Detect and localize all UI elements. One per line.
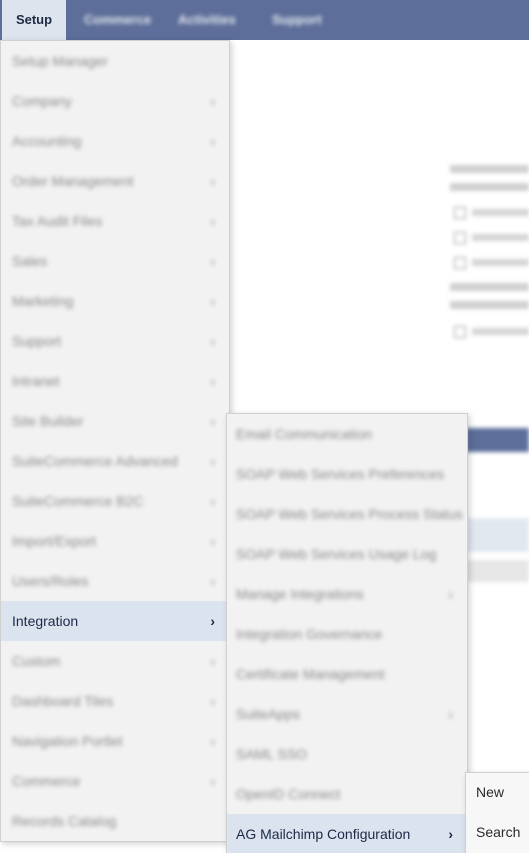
- chevron-right-icon: ›: [210, 613, 215, 629]
- background-checkbox: [454, 326, 466, 338]
- chevron-right-icon: ›: [210, 173, 215, 189]
- background-text-line: [472, 328, 529, 335]
- nav-tab-support[interactable]: Support: [272, 0, 322, 40]
- background-text-line: [450, 183, 529, 191]
- chevron-right-icon: ›: [210, 653, 215, 669]
- menu-item-users-roles[interactable]: Users/Roles ›: [1, 561, 229, 601]
- submenu-item-certificate-management[interactable]: Certificate Management: [227, 654, 467, 694]
- submenu-item-email-communication[interactable]: Email Communication: [227, 414, 467, 454]
- menu-item-intranet[interactable]: Intranet ›: [1, 361, 229, 401]
- submenu-item-suiteapps[interactable]: SuiteApps ›: [227, 694, 467, 734]
- submenu-item-integration-governance[interactable]: Integration Governance: [227, 614, 467, 654]
- chevron-right-icon: ›: [210, 293, 215, 309]
- background-row: [466, 560, 529, 582]
- nav-tab-activities[interactable]: Activities: [178, 0, 236, 40]
- setup-dropdown-menu: Setup Manager Company › Accounting › Order…: [0, 40, 230, 842]
- chevron-right-icon: ›: [210, 373, 215, 389]
- submenu-item-search[interactable]: Search: [466, 813, 529, 853]
- menu-item-sales[interactable]: Sales ›: [1, 241, 229, 281]
- menu-item-import-export[interactable]: Import/Export ›: [1, 521, 229, 561]
- nav-tab-commerce[interactable]: Commerce: [84, 0, 151, 40]
- menu-item-support[interactable]: Support ›: [1, 321, 229, 361]
- background-text-line: [450, 301, 529, 309]
- background-checkbox: [454, 257, 466, 269]
- chevron-right-icon: ›: [448, 826, 453, 842]
- mailchimp-submenu: New Search: [465, 772, 529, 853]
- chevron-right-icon: ›: [210, 773, 215, 789]
- chevron-right-icon: ›: [210, 213, 215, 229]
- chevron-right-icon: ›: [210, 93, 215, 109]
- chevron-right-icon: ›: [210, 253, 215, 269]
- chevron-right-icon: ›: [210, 573, 215, 589]
- background-row-highlight: [466, 518, 529, 552]
- integration-submenu: Email Communication SOAP Web Services Pr…: [226, 413, 468, 853]
- submenu-item-soap-usage-log[interactable]: SOAP Web Services Usage Log: [227, 534, 467, 574]
- submenu-item-new[interactable]: New: [466, 773, 529, 813]
- menu-item-records-catalog[interactable]: Records Catalog: [1, 801, 229, 841]
- menu-item-setup-manager[interactable]: Setup Manager: [1, 41, 229, 81]
- submenu-item-openid-connect[interactable]: OpenID Connect: [227, 774, 467, 814]
- background-checkbox: [454, 232, 466, 244]
- menu-item-tax-audit-files[interactable]: Tax Audit Files ›: [1, 201, 229, 241]
- submenu-item-ag-mailchimp-configuration[interactable]: AG Mailchimp Configuration ›: [227, 814, 467, 853]
- chevron-right-icon: ›: [210, 493, 215, 509]
- chevron-right-icon: ›: [210, 693, 215, 709]
- menu-item-site-builder[interactable]: Site Builder ›: [1, 401, 229, 441]
- chevron-right-icon: ›: [448, 706, 453, 722]
- background-header-band: [466, 428, 529, 452]
- submenu-item-saml-sso[interactable]: SAML SSO: [227, 734, 467, 774]
- chevron-right-icon: ›: [210, 733, 215, 749]
- submenu-item-manage-integrations[interactable]: Manage Integrations ›: [227, 574, 467, 614]
- app-window: Setup Commerce Activities Support Setup …: [0, 0, 529, 853]
- chevron-right-icon: ›: [448, 586, 453, 602]
- background-text-line: [472, 209, 529, 216]
- menu-item-company[interactable]: Company ›: [1, 81, 229, 121]
- top-nav-bar: Setup Commerce Activities Support: [0, 0, 529, 40]
- submenu-item-soap-preferences[interactable]: SOAP Web Services Preferences: [227, 454, 467, 494]
- chevron-right-icon: ›: [210, 333, 215, 349]
- menu-item-navigation-portlet[interactable]: Navigation Portlet ›: [1, 721, 229, 761]
- menu-item-custom[interactable]: Custom ›: [1, 641, 229, 681]
- menu-item-accounting[interactable]: Accounting ›: [1, 121, 229, 161]
- chevron-right-icon: ›: [210, 453, 215, 469]
- background-text-line: [450, 165, 529, 173]
- chevron-right-icon: ›: [210, 413, 215, 429]
- chevron-right-icon: ›: [210, 133, 215, 149]
- menu-item-integration[interactable]: Integration ›: [1, 601, 229, 641]
- submenu-item-soap-process-status[interactable]: SOAP Web Services Process Status: [227, 494, 467, 534]
- nav-tab-setup[interactable]: Setup: [2, 0, 66, 40]
- background-checkbox: [454, 207, 466, 219]
- menu-item-dashboard-tiles[interactable]: Dashboard Tiles ›: [1, 681, 229, 721]
- background-text-line: [472, 234, 529, 241]
- menu-item-order-management[interactable]: Order Management ›: [1, 161, 229, 201]
- background-text-line: [450, 283, 529, 291]
- background-text-line: [472, 259, 529, 266]
- menu-item-marketing[interactable]: Marketing ›: [1, 281, 229, 321]
- menu-item-suitecommerce-advanced[interactable]: SuiteCommerce Advanced ›: [1, 441, 229, 481]
- chevron-right-icon: ›: [210, 533, 215, 549]
- menu-item-commerce[interactable]: Commerce ›: [1, 761, 229, 801]
- menu-item-suitecommerce-b2c[interactable]: SuiteCommerce B2C ›: [1, 481, 229, 521]
